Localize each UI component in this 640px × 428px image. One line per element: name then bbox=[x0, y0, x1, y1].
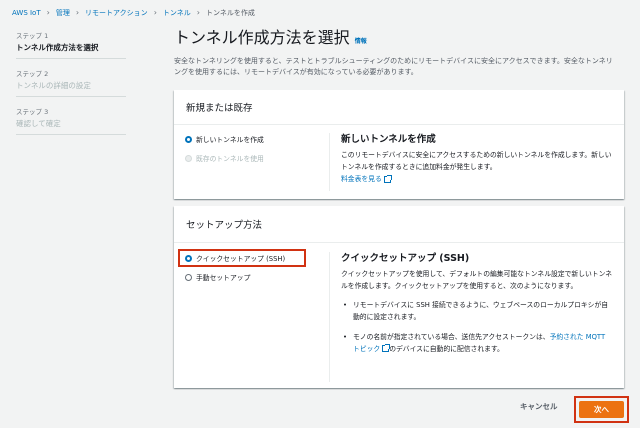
radio-selected-icon[interactable] bbox=[185, 135, 192, 143]
bullet-item: リモートデバイスに SSH 接続できるように、ウェブベースのローカルプロキシが自… bbox=[341, 300, 613, 323]
radio-disabled-icon bbox=[185, 154, 192, 162]
step-number: ステップ 2 bbox=[16, 70, 49, 78]
option-detail: 新しいトンネルを作成 このリモートデバイスに安全にアクセスするための新しいトンネ… bbox=[341, 134, 613, 186]
chevron-right-icon: › bbox=[75, 8, 80, 17]
step-number: ステップ 1 bbox=[16, 32, 49, 40]
radio-label: 既存のトンネルを使用 bbox=[196, 155, 264, 163]
step-number: ステップ 3 bbox=[16, 108, 49, 116]
wizard-steps: ステップ 1 トンネル作成方法を選択 ステップ 2 トンネルの詳細の設定 ステッ… bbox=[16, 28, 126, 142]
chevron-right-icon: › bbox=[153, 8, 157, 17]
radio-manual-setup[interactable]: 手動セットアップ bbox=[185, 271, 285, 283]
detail-title: 新しいトンネルを作成 bbox=[341, 134, 436, 145]
detail-bullets: リモートデバイスに SSH 接続できるように、ウェブベースのローカルプロキシが自… bbox=[341, 300, 613, 355]
step-title: トンネル作成方法を選択 bbox=[16, 43, 99, 52]
breadcrumb: AWS IoT › 管理 › リモートアクション › トンネル › トンネルを作… bbox=[12, 5, 255, 21]
column-divider bbox=[329, 133, 330, 191]
panel-new-or-existing: 新規または既存 新しいトンネルを作成 既存のトンネルを使用 新しいトンネルを作成… bbox=[174, 90, 624, 199]
breadcrumb-tunnels[interactable]: トンネル bbox=[163, 8, 191, 18]
wizard-step-1: ステップ 1 トンネル作成方法を選択 bbox=[16, 28, 126, 59]
info-link[interactable]: 情報 bbox=[355, 32, 367, 52]
cancel-button[interactable]: キャンセル bbox=[520, 400, 558, 414]
page-title: トンネル作成方法を選択 情報 bbox=[174, 28, 624, 52]
panel-setup-method: セットアップ方法 クイックセットアップ (SSH) 手動セットアップ クイックセ… bbox=[174, 206, 624, 388]
wizard-step-2: ステップ 2 トンネルの詳細の設定 bbox=[16, 66, 126, 97]
page-description: 安全なトンネリングを使用すると、テストとトラブルシューティングのためにリモートデ… bbox=[174, 57, 613, 76]
detail-text: このリモートデバイスに安全にアクセスするための新しいトンネルを作成します。新しい… bbox=[341, 151, 612, 171]
radio-label: 手動セットアップ bbox=[196, 274, 251, 282]
pricing-link[interactable]: 料金表を見る bbox=[341, 175, 382, 183]
external-link-icon bbox=[383, 174, 392, 183]
detail-text: クイックセットアップを使用して、デフォルトの編集可能なトンネル設定で新しいトンネ… bbox=[341, 270, 613, 290]
external-link-icon bbox=[382, 344, 391, 352]
bullet-text: のデバイスに自動的に配信されます。 bbox=[389, 344, 504, 353]
column-divider bbox=[329, 252, 330, 382]
chevron-right-icon: › bbox=[46, 8, 50, 17]
main-header: トンネル作成方法を選択 情報 安全なトンネリングを使用すると、テストとトラブルシ… bbox=[174, 28, 624, 78]
wizard-step-3: ステップ 3 確認して確定 bbox=[16, 104, 126, 135]
panel-header: セットアップ方法 bbox=[174, 206, 624, 243]
detail-title: クイックセットアップ (SSH) bbox=[341, 253, 470, 264]
chevron-right-icon: › bbox=[196, 8, 200, 17]
radio-existing-tunnel: 既存のトンネルを使用 bbox=[185, 152, 264, 164]
radio-label: 新しいトンネルを作成 bbox=[196, 136, 264, 144]
option-detail: クイックセットアップ (SSH) クイックセットアップを使用して、デフォルトの編… bbox=[341, 253, 613, 364]
radio-new-tunnel[interactable]: 新しいトンネルを作成 bbox=[185, 133, 264, 145]
panel-header: 新規または既存 bbox=[174, 90, 624, 125]
radio-group-tunnel-type: 新しいトンネルを作成 既存のトンネルを使用 bbox=[185, 133, 264, 171]
breadcrumb-current: トンネルを作成 bbox=[205, 9, 255, 17]
radio-unselected-icon[interactable] bbox=[185, 273, 192, 281]
bullet-item: モノの名前が指定されている場合、送信先アクセストークンは、予約された MQTT … bbox=[341, 332, 613, 355]
highlight-box bbox=[178, 249, 306, 267]
breadcrumb-remote-actions[interactable]: リモートアクション bbox=[85, 8, 148, 18]
page-title-text: トンネル作成方法を選択 bbox=[174, 28, 350, 47]
panel-body: 新しいトンネルを作成 既存のトンネルを使用 新しいトンネルを作成 このリモートデ… bbox=[174, 125, 624, 199]
breadcrumb-aws-iot[interactable]: AWS IoT bbox=[12, 9, 41, 17]
step-title: 確認して確定 bbox=[16, 119, 61, 128]
pricing-link-row: 料金表を見る bbox=[341, 174, 613, 186]
bullet-text: モノの名前が指定されている場合、送信先アクセストークンは、 bbox=[353, 333, 550, 341]
step-title: トンネルの詳細の設定 bbox=[16, 81, 91, 90]
next-button[interactable]: 次へ bbox=[579, 401, 624, 418]
highlight-box-next: 次へ bbox=[574, 396, 629, 423]
breadcrumb-manage[interactable]: 管理 bbox=[56, 8, 70, 18]
